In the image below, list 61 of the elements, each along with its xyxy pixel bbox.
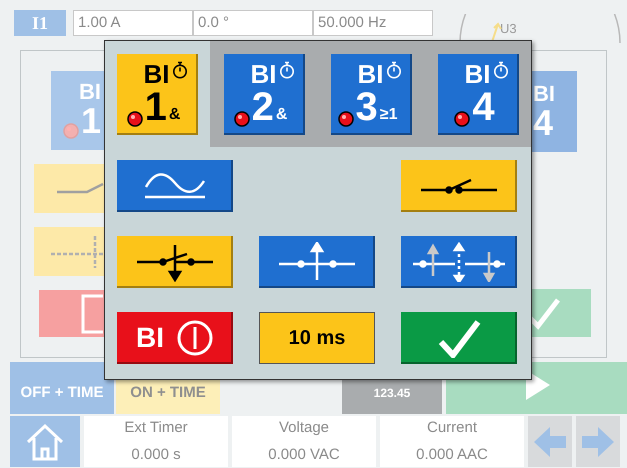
value-field[interactable]: 50.000 Hz xyxy=(313,10,433,36)
led-icon xyxy=(62,123,79,140)
binary-input-button[interactable]: BI 1& xyxy=(117,54,198,134)
status-value: 0.000 VAC xyxy=(268,444,340,464)
input-number: 2 xyxy=(252,87,274,127)
channel-label: I1 xyxy=(14,10,66,36)
value-field[interactable]: 0.0 ° xyxy=(193,10,313,36)
input-label: BI xyxy=(250,61,276,87)
input-number: 4 xyxy=(472,87,495,127)
right-arrow-icon xyxy=(582,426,614,456)
input-label: BI xyxy=(358,61,384,87)
led-icon xyxy=(234,111,250,127)
led-icon xyxy=(338,111,354,127)
check-icon xyxy=(437,318,481,358)
input-number: 1 xyxy=(144,87,167,127)
status-label: Voltage xyxy=(278,418,330,438)
input-number: 4 xyxy=(533,104,554,140)
open-switch-icon xyxy=(419,176,499,196)
switch-button[interactable] xyxy=(34,227,105,276)
stopwatch-icon xyxy=(492,61,508,79)
input-label: BI xyxy=(533,82,556,104)
sine-wave-icon xyxy=(143,171,207,201)
status-value: 0.000 AAC xyxy=(416,444,488,464)
power-icon xyxy=(176,319,214,357)
binary-input-button[interactable]: BI 3≥1 xyxy=(331,54,412,134)
input-label: BI xyxy=(79,81,101,104)
stopwatch-icon xyxy=(278,61,294,79)
input-number: 1 xyxy=(80,103,101,140)
stopwatch-icon xyxy=(386,61,402,79)
trigger-button[interactable] xyxy=(401,236,517,288)
input-number: 3 xyxy=(356,87,378,127)
stopwatch-icon xyxy=(172,61,188,79)
trigger-button[interactable] xyxy=(259,236,375,288)
confirm-button[interactable] xyxy=(401,312,517,364)
both-edges-icon xyxy=(411,242,507,282)
led-icon xyxy=(126,111,143,127)
trigger-button[interactable] xyxy=(117,160,233,212)
logic-symbol: & xyxy=(276,107,288,123)
status-label: Current xyxy=(426,418,478,438)
binary-input-button[interactable]: BI 4 xyxy=(438,54,519,134)
status-label: Ext Timer xyxy=(124,418,188,438)
mode-button[interactable]: OFF + TIME xyxy=(10,362,114,414)
home-icon xyxy=(25,422,65,462)
status-value: 0.000 s xyxy=(131,444,181,464)
led-icon xyxy=(454,111,470,127)
left-arrow-icon xyxy=(534,426,566,456)
contact-up-arrow-icon xyxy=(277,242,357,282)
debounce-button[interactable]: 10 ms xyxy=(259,312,375,364)
logic-symbol: & xyxy=(168,107,180,123)
exit-icon xyxy=(79,294,105,334)
trigger-button[interactable] xyxy=(401,160,517,212)
binary-off-button[interactable]: BI xyxy=(117,312,233,364)
input-label: BI xyxy=(144,61,170,87)
value-field[interactable]: 1.00 A xyxy=(73,10,193,36)
binary-input-button[interactable]: BI 2& xyxy=(224,54,305,134)
trigger-button[interactable] xyxy=(117,236,233,288)
phasor-label: U3 xyxy=(500,20,517,38)
logic-symbol: ≥1 xyxy=(380,107,398,123)
closing-switch-arrow-icon xyxy=(135,242,215,282)
switch-button[interactable] xyxy=(34,164,105,213)
input-label: BI xyxy=(464,61,490,87)
